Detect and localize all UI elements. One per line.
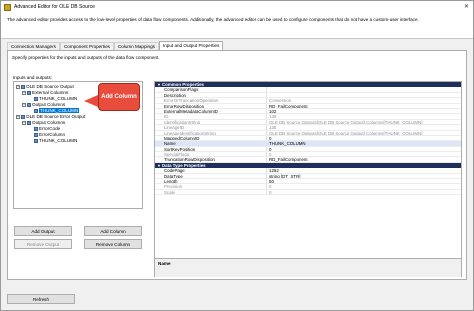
folder-icon (27, 102, 31, 107)
tab-strip: Connection Managers Component Properties… (7, 41, 224, 50)
property-name: Precision (155, 184, 267, 189)
column-icon (34, 108, 38, 113)
property-value[interactable]: 102 (267, 109, 461, 113)
collapse-icon[interactable]: − (22, 120, 26, 125)
property-value[interactable]: OLE DB Source.Outputs[OLE DB Source Outp… (267, 120, 461, 124)
property-value[interactable]: 1252 (267, 168, 461, 172)
intro-text: The advanced editor provides access to t… (1, 13, 473, 39)
collapse-icon[interactable]: − (22, 90, 26, 95)
property-name: ComparisonFlags (155, 87, 267, 92)
inputs-outputs-label: Inputs and outputs: (13, 75, 53, 80)
add-column-callout: Add Column (98, 83, 140, 111)
add-column-button[interactable]: Add Column (84, 226, 142, 236)
tab-component-properties[interactable]: Component Properties (59, 42, 114, 50)
tree-node[interactable]: − OLE DB Source Output (16, 84, 74, 89)
property-name: SortKeyPosition (155, 146, 267, 152)
tree-node[interactable]: − OLE DB Source Error Output (16, 114, 85, 119)
property-value[interactable]: Conversion (267, 98, 461, 102)
output-icon (21, 114, 25, 119)
property-value[interactable]: 0 (267, 184, 461, 188)
tab-connection-managers[interactable]: Connection Managers (7, 42, 60, 50)
property-name: ID (155, 114, 267, 119)
refresh-button[interactable]: Refresh (7, 294, 75, 304)
property-value[interactable]: 0 (267, 147, 461, 151)
column-icon (34, 132, 38, 137)
property-value[interactable]: RD_FailComponent (267, 104, 461, 108)
tree-node[interactable]: − Output Columns (22, 102, 65, 107)
property-value[interactable]: 50 (267, 179, 461, 183)
property-name: ExternalMetadataColumnID (155, 108, 267, 114)
tree-node[interactable]: THUNK_COLUMN (34, 138, 77, 143)
property-value[interactable] (267, 93, 461, 97)
tab-column-mappings[interactable]: Column Mappings (113, 42, 159, 50)
folder-icon (27, 120, 31, 125)
property-name: DataType (155, 173, 267, 179)
tree-node[interactable]: ErrorCode (34, 126, 60, 131)
tree-node[interactable]: − External Columns (22, 90, 68, 95)
column-icon (34, 138, 38, 143)
column-icon (34, 126, 38, 131)
advanced-editor-window: Advanced Editor for OLE DB Source ✕ The … (0, 0, 474, 311)
remove-output-button[interactable]: Remove Output (14, 239, 72, 249)
property-name: ErrorOrTruncationOperation (155, 98, 267, 103)
property-name: CodePage (155, 168, 267, 173)
property-name: Length (155, 179, 267, 184)
property-name: IdentificationString (155, 119, 267, 125)
tree-node[interactable]: − Output Columns (22, 120, 65, 125)
remove-column-button[interactable]: Remove Column (84, 239, 142, 249)
property-value[interactable]: 0 (267, 152, 461, 156)
property-value[interactable]: 130 (267, 125, 461, 129)
property-value[interactable]: OLE DB Source.Outputs[OLE DB Source Outp… (267, 131, 461, 135)
property-value[interactable]: string [DT_STR] (267, 174, 461, 178)
property-description: Name (155, 258, 461, 277)
folder-icon (27, 90, 31, 95)
collapse-icon[interactable]: − (16, 114, 20, 119)
tab-input-output-properties[interactable]: Input and Output Properties (158, 41, 224, 50)
close-icon[interactable]: ✕ (464, 3, 469, 10)
app-icon (4, 3, 11, 11)
property-value[interactable]: 130 (267, 114, 461, 118)
panel-description: Specify properties for the inputs and ou… (12, 55, 160, 60)
add-output-button[interactable]: Add Output (14, 226, 72, 236)
property-row[interactable]: Scale 0 (155, 189, 461, 196)
collapse-icon[interactable]: − (22, 102, 26, 107)
property-name: SpecialFlags (155, 152, 267, 157)
property-value[interactable] (267, 87, 461, 91)
property-value[interactable]: 0 (267, 190, 461, 194)
title-bar: Advanced Editor for OLE DB Source ✕ (1, 1, 473, 13)
property-name: Name (155, 141, 267, 146)
tree-node-selected[interactable]: THUNK_COLUMN (34, 108, 80, 113)
output-icon (21, 84, 25, 89)
property-name: LineageID (155, 125, 267, 130)
tab-panel: Specify properties for the inputs and ou… (7, 50, 467, 280)
property-name: TruncationRowDisposition (155, 157, 267, 162)
property-value[interactable]: RD_FailComponent (267, 157, 461, 161)
tree-node[interactable]: THUNK_COLUMN (34, 96, 77, 101)
property-grid[interactable]: ▾ Common Properties ComparisonFlags Descri… (154, 81, 462, 277)
property-name: ErrorRowDisposition (155, 103, 267, 108)
property-name: MappedColumnID (155, 135, 267, 141)
collapse-icon[interactable]: − (16, 84, 20, 89)
property-value[interactable]: THUNK_COLUMN (267, 141, 461, 145)
tree-node[interactable]: ErrorColumn (34, 132, 65, 137)
column-icon (34, 96, 38, 101)
window-title: Advanced Editor for OLE DB Source (14, 4, 95, 10)
property-name: LineageIdentificationString (155, 130, 267, 135)
property-name: Scale (155, 189, 267, 195)
property-value[interactable]: 0 (267, 136, 461, 140)
callout-pointer (84, 95, 98, 107)
property-name: Description (155, 92, 267, 98)
